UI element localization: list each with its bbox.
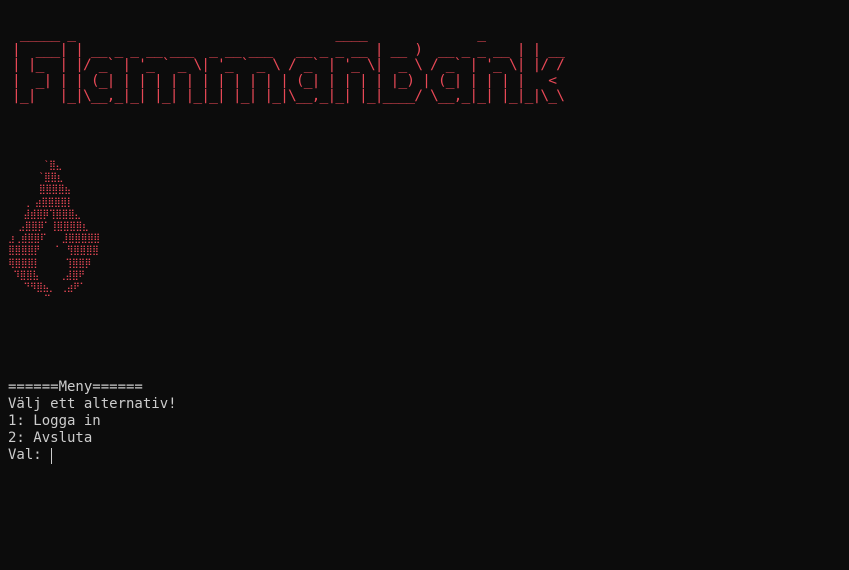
menu-option-exit: 2: Avsluta: [8, 430, 93, 446]
choice-label: Val:: [8, 447, 51, 463]
terminal-window: _____ _ ____ _ | ___| | __ _ _ __ ___ _ …: [0, 0, 849, 570]
menu-option-login: 1: Logga in: [8, 413, 101, 429]
flammanbank-ascii-banner: _____ _ ____ _ | ___| | __ _ _ __ ___ _ …: [12, 25, 565, 104]
choice-prompt[interactable]: Val:: [8, 447, 177, 464]
flame-ascii-art: `⣿⣄ `⣿⣿⣆ ⣿⣿⣿⣿⣦ ⢀ ⣴⣿⣿⣿⣿⡇ ⣼⣾⣿⡿⢹⣿⣿⣿⣄ ⣠⣿⣿⡿⠁⢸…: [8, 160, 100, 306]
menu-instruction: Välj ett alternativ!: [8, 396, 177, 412]
main-menu: ======Meny====== Välj ett alternativ! 1:…: [8, 379, 177, 464]
text-cursor: [51, 447, 53, 464]
menu-header: ======Meny======: [8, 379, 143, 395]
